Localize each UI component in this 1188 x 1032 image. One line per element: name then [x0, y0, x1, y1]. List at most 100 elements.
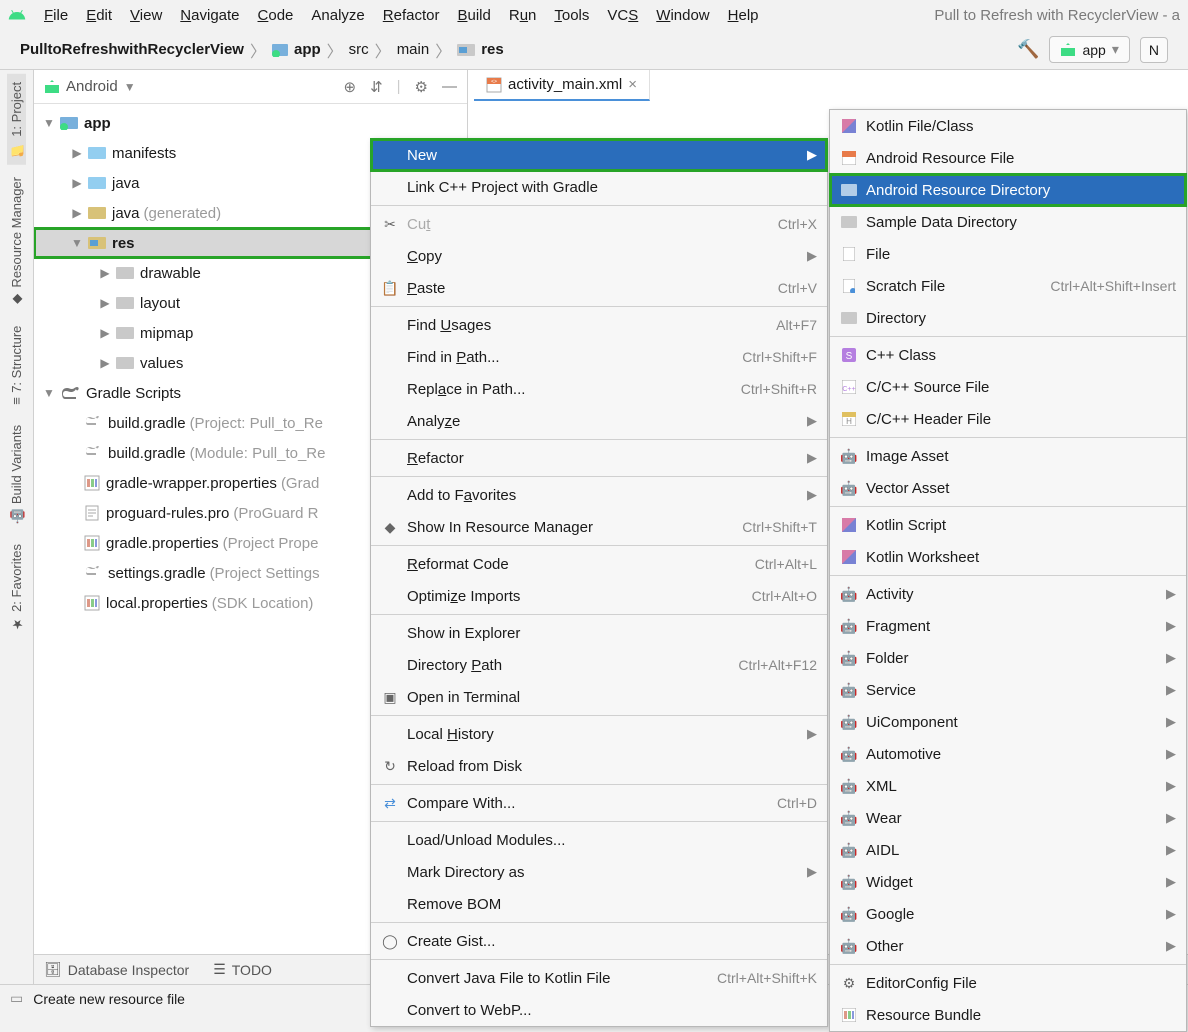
- sm-cpp-source[interactable]: C++C/C++ Source File: [830, 371, 1186, 403]
- target-icon[interactable]: ⊕: [343, 78, 356, 96]
- tool-build-variants[interactable]: 🤖Build Variants: [7, 417, 26, 532]
- cm-load-unload[interactable]: Load/Unload Modules...: [371, 824, 827, 856]
- expand-icon[interactable]: ▶: [70, 176, 84, 190]
- menu-navigate[interactable]: Navigate: [180, 7, 239, 24]
- sm-directory[interactable]: Directory: [830, 302, 1186, 334]
- cm-mark-directory[interactable]: Mark Directory as▶: [371, 856, 827, 888]
- sm-fragment[interactable]: 🤖Fragment▶: [830, 610, 1186, 642]
- tool-project[interactable]: 📁1: Project: [7, 74, 26, 165]
- cm-remove-bom[interactable]: Remove BOM: [371, 888, 827, 920]
- sm-kotlin-script[interactable]: Kotlin Script: [830, 509, 1186, 541]
- cm-analyze[interactable]: Analyze▶: [371, 405, 827, 437]
- sm-cpp-header[interactable]: HC/C++ Header File: [830, 403, 1186, 435]
- sm-widget[interactable]: 🤖Widget▶: [830, 866, 1186, 898]
- sm-kotlin-worksheet[interactable]: Kotlin Worksheet: [830, 541, 1186, 573]
- tool-resource-manager[interactable]: ◆Resource Manager: [7, 169, 26, 315]
- menu-refactor[interactable]: Refactor: [383, 7, 440, 24]
- editor-tab[interactable]: <> activity_main.xml ×: [474, 70, 650, 101]
- cm-compare-with[interactable]: ⇄Compare With...Ctrl+D: [371, 787, 827, 819]
- breadcrumb-item[interactable]: src: [349, 41, 369, 58]
- menu-window[interactable]: Window: [656, 7, 709, 24]
- menu-view[interactable]: View: [130, 7, 162, 24]
- expand-icon[interactable]: ▶: [98, 296, 112, 310]
- sm-sample-data-directory[interactable]: Sample Data Directory: [830, 206, 1186, 238]
- breadcrumb-item[interactable]: main: [397, 41, 430, 58]
- sm-google[interactable]: 🤖Google▶: [830, 898, 1186, 930]
- cm-convert-kotlin[interactable]: Convert Java File to Kotlin FileCtrl+Alt…: [371, 962, 827, 994]
- cm-new[interactable]: New▶: [371, 139, 827, 171]
- build-icon[interactable]: 🔨: [1017, 39, 1039, 60]
- cm-copy[interactable]: Copy▶: [371, 240, 827, 272]
- expand-icon[interactable]: ▶: [98, 266, 112, 280]
- sm-activity[interactable]: 🤖Activity▶: [830, 578, 1186, 610]
- menu-build[interactable]: Build: [457, 7, 490, 24]
- sm-scratch-file[interactable]: Scratch FileCtrl+Alt+Shift+Insert: [830, 270, 1186, 302]
- menu-code[interactable]: Code: [258, 7, 294, 24]
- menu-help[interactable]: Help: [728, 7, 759, 24]
- sm-file[interactable]: File: [830, 238, 1186, 270]
- breadcrumb-item[interactable]: res: [481, 41, 504, 58]
- device-selector[interactable]: N: [1140, 37, 1168, 63]
- menu-edit[interactable]: Edit: [86, 7, 112, 24]
- tool-favorites[interactable]: ★2: Favorites: [7, 536, 26, 639]
- tool-todo[interactable]: ☰TODO: [213, 961, 272, 978]
- expand-icon[interactable]: ▼: [42, 116, 56, 130]
- cm-show-explorer[interactable]: Show in Explorer: [371, 617, 827, 649]
- cm-reload-disk[interactable]: ↻Reload from Disk: [371, 750, 827, 782]
- sm-resource-bundle[interactable]: Resource Bundle: [830, 999, 1186, 1031]
- cm-create-gist[interactable]: ◯Create Gist...: [371, 925, 827, 957]
- cm-directory-path[interactable]: Directory PathCtrl+Alt+F12: [371, 649, 827, 681]
- expand-icon[interactable]: ▶: [98, 326, 112, 340]
- expand-icon[interactable]: ▶: [70, 206, 84, 220]
- sm-android-resource-file[interactable]: Android Resource File: [830, 142, 1186, 174]
- sm-wear[interactable]: 🤖Wear▶: [830, 802, 1186, 834]
- sm-vector-asset[interactable]: 🤖Vector Asset: [830, 472, 1186, 504]
- cm-link-cpp[interactable]: Link C++ Project with Gradle: [371, 171, 827, 203]
- sm-folder[interactable]: 🤖Folder▶: [830, 642, 1186, 674]
- cm-find-in-path[interactable]: Find in Path...Ctrl+Shift+F: [371, 341, 827, 373]
- cm-replace-in-path[interactable]: Replace in Path...Ctrl+Shift+R: [371, 373, 827, 405]
- expand-icon[interactable]: ▶: [70, 146, 84, 160]
- sm-aidl[interactable]: 🤖AIDL▶: [830, 834, 1186, 866]
- breadcrumb-item[interactable]: PulltoRefreshwithRecyclerView: [20, 41, 244, 58]
- tool-database-inspector[interactable]: 🗄Database Inspector: [44, 961, 189, 978]
- gear-icon[interactable]: ⚙: [415, 78, 428, 96]
- cm-refactor[interactable]: Refactor▶: [371, 442, 827, 474]
- sm-service[interactable]: 🤖Service▶: [830, 674, 1186, 706]
- sm-automotive[interactable]: 🤖Automotive▶: [830, 738, 1186, 770]
- cm-cut[interactable]: ✂CutCtrl+X: [371, 208, 827, 240]
- cm-local-history[interactable]: Local History▶: [371, 718, 827, 750]
- expand-icon[interactable]: ▼: [70, 236, 84, 250]
- sm-kotlin-file[interactable]: Kotlin File/Class: [830, 110, 1186, 142]
- sm-editorconfig[interactable]: ⚙EditorConfig File: [830, 967, 1186, 999]
- breadcrumb-item[interactable]: app: [294, 41, 321, 58]
- menu-run[interactable]: Run: [509, 7, 537, 24]
- run-config-dropdown[interactable]: app ▾: [1049, 36, 1129, 63]
- project-view-selector[interactable]: Android ▼: [44, 78, 136, 95]
- close-icon[interactable]: ×: [628, 76, 637, 93]
- cm-reformat[interactable]: Reformat CodeCtrl+Alt+L: [371, 548, 827, 580]
- tool-structure[interactable]: ≡7: Structure: [7, 318, 26, 413]
- menu-file[interactable]: File: [44, 7, 68, 24]
- menu-vcs[interactable]: VCS: [607, 7, 638, 24]
- menu-tools[interactable]: Tools: [554, 7, 589, 24]
- cm-paste[interactable]: 📋PasteCtrl+V: [371, 272, 827, 304]
- cm-find-usages[interactable]: Find UsagesAlt+F7: [371, 309, 827, 341]
- cm-optimize-imports[interactable]: Optimize ImportsCtrl+Alt+O: [371, 580, 827, 612]
- sm-xml[interactable]: 🤖XML▶: [830, 770, 1186, 802]
- sm-android-resource-directory[interactable]: Android Resource Directory: [830, 174, 1186, 206]
- cm-show-resource-manager[interactable]: ◆Show In Resource ManagerCtrl+Shift+T: [371, 511, 827, 543]
- tree-item-app[interactable]: ▼ app: [34, 108, 467, 138]
- menu-analyze[interactable]: Analyze: [311, 7, 364, 24]
- hide-icon[interactable]: —: [442, 78, 457, 96]
- sm-image-asset[interactable]: 🤖Image Asset: [830, 440, 1186, 472]
- sm-other[interactable]: 🤖Other▶: [830, 930, 1186, 962]
- cm-add-favorites[interactable]: Add to Favorites▶: [371, 479, 827, 511]
- sm-uicomponent[interactable]: 🤖UiComponent▶: [830, 706, 1186, 738]
- sm-cpp-class[interactable]: SC++ Class: [830, 339, 1186, 371]
- collapse-icon[interactable]: ⇵: [370, 78, 383, 96]
- cm-open-terminal[interactable]: ▣Open in Terminal: [371, 681, 827, 713]
- cm-convert-webp[interactable]: Convert to WebP...: [371, 994, 827, 1026]
- expand-icon[interactable]: ▼: [42, 386, 56, 400]
- expand-icon[interactable]: ▶: [98, 356, 112, 370]
